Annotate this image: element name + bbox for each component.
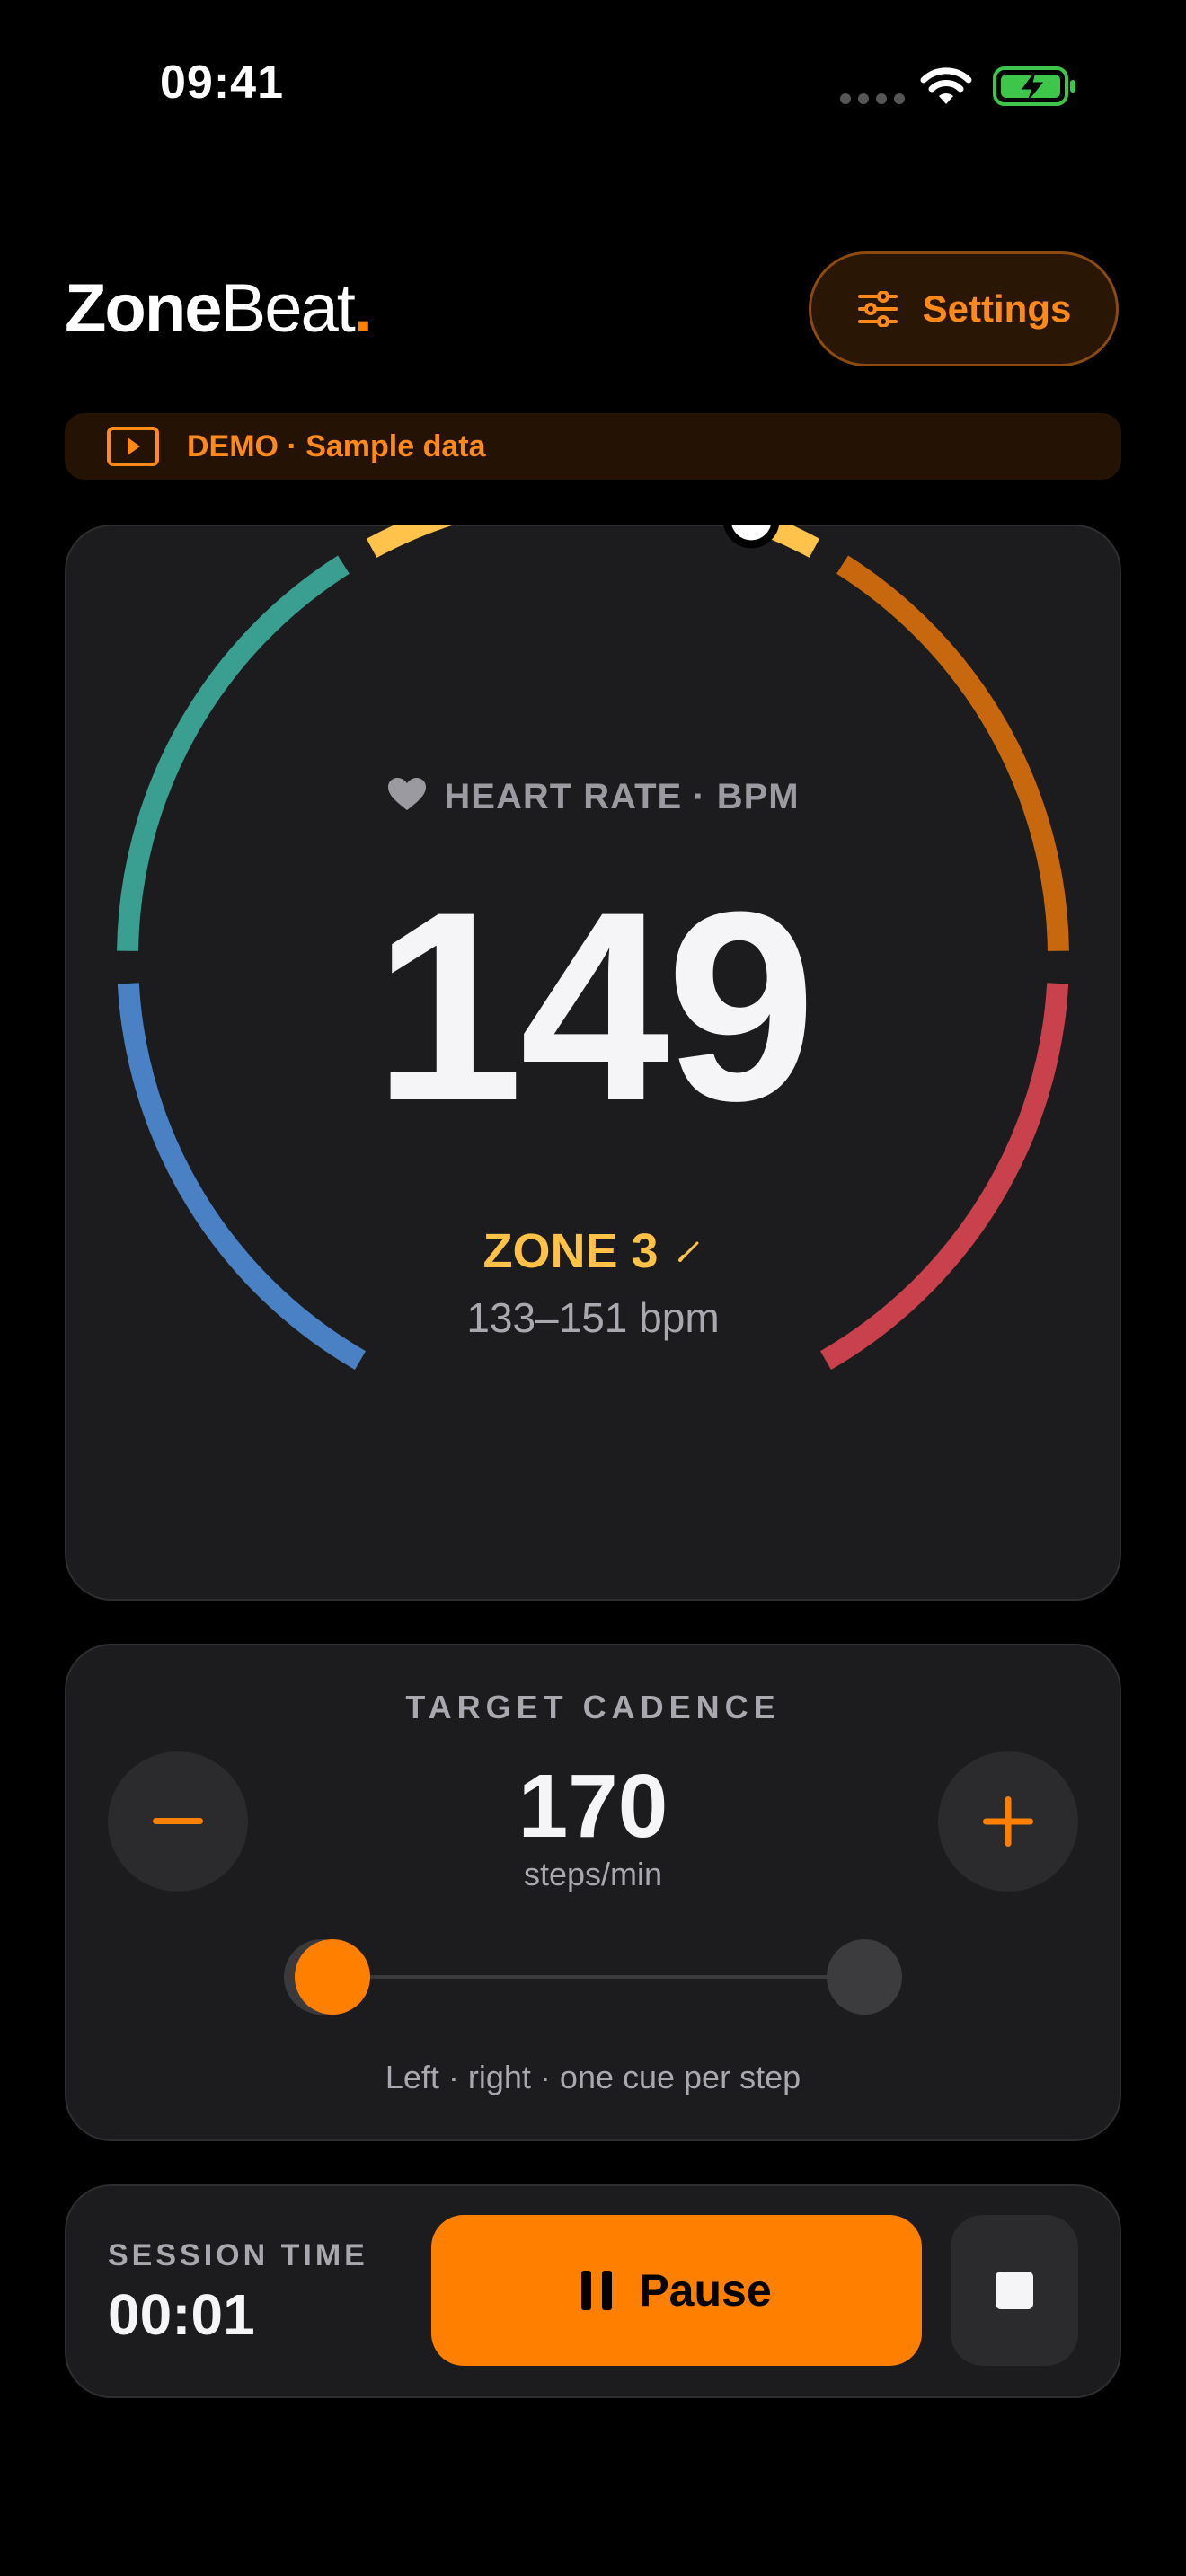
demo-banner-text: DEMO · Sample data — [187, 428, 486, 463]
battery-charging-icon — [993, 66, 1075, 106]
status-time: 09:41 — [160, 57, 284, 109]
settings-button[interactable]: Settings — [809, 251, 1119, 366]
left-step-indicator — [295, 1939, 370, 2015]
sliders-icon — [857, 291, 898, 327]
heart-rate-indicator — [723, 525, 780, 549]
cadence-step-track — [332, 1975, 863, 1979]
app-logo: ZoneBeat. — [65, 269, 373, 348]
pencil-icon[interactable] — [677, 1237, 704, 1264]
logo-part2: Beat — [220, 270, 356, 347]
cadence-note: Left · right · one cue per step — [385, 2059, 801, 2095]
session-time-label: SESSION TIME — [108, 2238, 368, 2272]
demo-banner: DEMO · Sample data — [65, 413, 1121, 480]
session-time-value: 00:01 — [108, 2282, 255, 2347]
right-step-indicator — [827, 1939, 902, 2015]
heart-icon — [388, 778, 427, 810]
play-icon — [107, 427, 159, 466]
pause-button[interactable]: Pause — [431, 2215, 922, 2366]
settings-label: Settings — [922, 287, 1072, 330]
zone-range: 133–151 bpm — [466, 1294, 720, 1341]
zone-label[interactable]: ZONE 3 — [482, 1224, 658, 1278]
stop-button[interactable] — [951, 2215, 1078, 2366]
pause-label: Pause — [639, 2265, 772, 2316]
wifi-icon — [920, 67, 972, 104]
cadence-title: TARGET CADENCE — [405, 1689, 781, 1725]
plus-icon — [983, 1796, 1033, 1847]
cellular-signal-icon — [840, 93, 905, 104]
logo-dot: . — [353, 270, 373, 347]
pause-icon — [581, 2271, 613, 2310]
zone-row[interactable]: ZONE 3 — [0, 1223, 1186, 1279]
heart-rate-label-row: HEART RATE · BPM — [0, 776, 1186, 817]
logo-part1: Zone — [65, 270, 223, 347]
stop-icon — [996, 2272, 1033, 2309]
heart-rate-label: HEART RATE · BPM — [444, 777, 800, 816]
heart-rate-value: 149 — [373, 855, 817, 1157]
cadence-unit: steps/min — [523, 1856, 663, 1892]
